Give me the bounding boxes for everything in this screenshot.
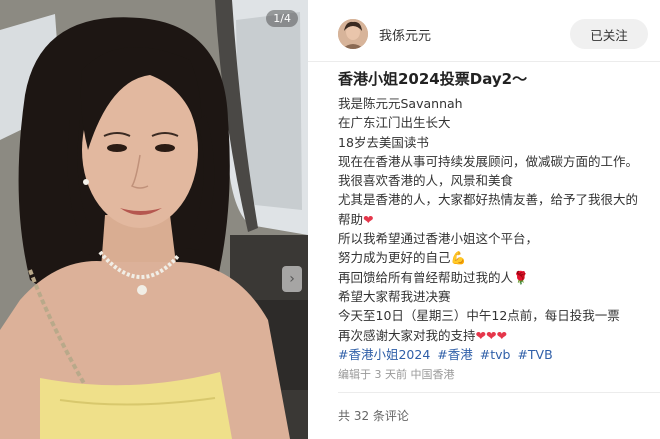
muscle-emoji: 💪 [450, 250, 467, 266]
post-body: 我是陈元元Savannah 在广东江门出生长大 18岁去美国读书 现在在香港从事… [338, 94, 656, 364]
comments-divider [338, 392, 660, 393]
next-photo-button[interactable]: › [282, 266, 302, 292]
photo-image [0, 0, 308, 439]
hashtag-link[interactable]: #TVB [517, 347, 552, 362]
avatar[interactable] [338, 19, 368, 49]
post-line-text: 努力成为更好的自己 [338, 250, 451, 266]
post-line: 希望大家帮我进决赛 [338, 288, 451, 304]
post-title: 香港小姐2024投票Day2～ [338, 70, 528, 88]
post-line: 再回馈给所有曾经帮助过我的人🌹 [338, 268, 656, 287]
hashtag-link[interactable]: #tvb [480, 347, 511, 362]
author-row: 我係元元 已关注 [338, 16, 648, 52]
photo-counter: 1/4 [266, 10, 298, 27]
post-line: 我很喜欢香港的人，风景和美食 [338, 173, 514, 189]
hearts-emoji: ❤❤❤ [475, 327, 507, 343]
rose-emoji: 🌹 [513, 269, 529, 285]
hashtag-link[interactable]: #香港 [437, 347, 472, 362]
header-divider [308, 61, 660, 62]
post-line: 帮助❤ [338, 210, 656, 229]
post-line: 18岁去美国读书 [338, 134, 429, 150]
post-photo[interactable]: 1/4 › [0, 0, 308, 439]
post-line: 在广东江门出生长大 [338, 115, 451, 131]
author-name[interactable]: 我係元元 [379, 25, 431, 44]
heart-emoji: ❤ [363, 211, 374, 227]
post-line: 我是陈元元Savannah [338, 96, 463, 111]
post-meta: 编辑于 3 天前 中国香港 [338, 368, 455, 381]
hashtag-link[interactable]: #香港小姐2024 [338, 347, 430, 362]
post-content-pane: 我係元元 已关注 香港小姐2024投票Day2～ 我是陈元元Savannah 在… [308, 0, 660, 439]
post-line: 再次感谢大家对我的支持❤❤❤ [338, 326, 656, 345]
tag-line: #香港小姐2024 #香港 #tvb #TVB [338, 345, 656, 364]
comment-count: 共 32 条评论 [338, 409, 409, 423]
post-line: 今天至10日（星期三）中午12点前，每日投我一票 [338, 308, 620, 324]
post-line: 现在在香港从事可持续发展顾问，做减碳方面的工作。 [338, 153, 639, 169]
post-line: 尤其是香港的人，大家都好热情友善，给予了我很大的 [338, 192, 639, 208]
post-line: 努力成为更好的自己💪 [338, 248, 656, 267]
post-line-text: 帮助 [338, 211, 364, 227]
chevron-right-icon: › [289, 271, 295, 287]
post-line: 所以我希望通过香港小姐这个平台， [338, 231, 539, 247]
follow-button[interactable]: 已关注 [570, 19, 648, 49]
post-line-text: 再回馈给所有曾经帮助过我的人 [338, 269, 514, 285]
post-line-text: 再次感谢大家对我的支持 [338, 327, 476, 343]
